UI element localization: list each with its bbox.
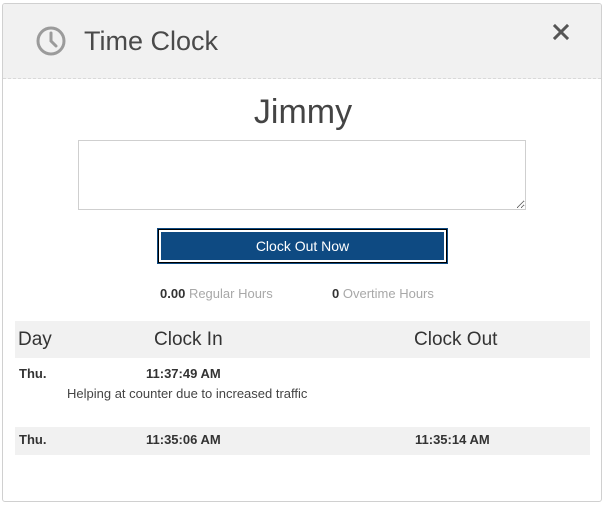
table-row: Thu. 11:37:49 AM Helping at counter due … bbox=[15, 362, 590, 426]
overtime-hours: 0 Overtime Hours bbox=[332, 286, 434, 301]
table-row: Thu. 11:35:06 AM 11:35:14 AM bbox=[15, 427, 590, 455]
overtime-hours-value: 0 bbox=[332, 286, 340, 301]
time-clock-dialog: Time Clock Jimmy Clock Out Now 0.00 Regu… bbox=[2, 3, 602, 502]
regular-hours-label: Regular Hours bbox=[188, 286, 273, 301]
table-header: Day Clock In Clock Out bbox=[15, 321, 590, 358]
clock-out-button[interactable]: Clock Out Now bbox=[157, 228, 448, 264]
employee-name: Jimmy bbox=[253, 93, 353, 131]
column-clock-in: Clock In bbox=[154, 329, 223, 350]
column-clock-out: Clock Out bbox=[414, 329, 498, 350]
row-day: Thu. bbox=[19, 366, 47, 381]
row-clock-in: 11:37:49 AM bbox=[146, 366, 221, 381]
dialog-header: Time Clock bbox=[3, 4, 601, 79]
regular-hours-value: 0.00 bbox=[160, 286, 186, 301]
overtime-hours-label: Overtime Hours bbox=[342, 286, 434, 301]
row-day: Thu. bbox=[19, 432, 47, 447]
clock-icon bbox=[36, 26, 66, 56]
regular-hours: 0.00 Regular Hours bbox=[160, 286, 273, 301]
dialog-title: Time Clock bbox=[84, 26, 219, 56]
row-comment: Helping at counter due to increased traf… bbox=[67, 386, 308, 401]
row-clock-in: 11:35:06 AM bbox=[146, 432, 221, 447]
note-field[interactable] bbox=[78, 140, 526, 210]
close-icon[interactable] bbox=[551, 22, 571, 42]
column-day: Day bbox=[18, 329, 52, 350]
row-clock-out: 11:35:14 AM bbox=[415, 432, 490, 447]
